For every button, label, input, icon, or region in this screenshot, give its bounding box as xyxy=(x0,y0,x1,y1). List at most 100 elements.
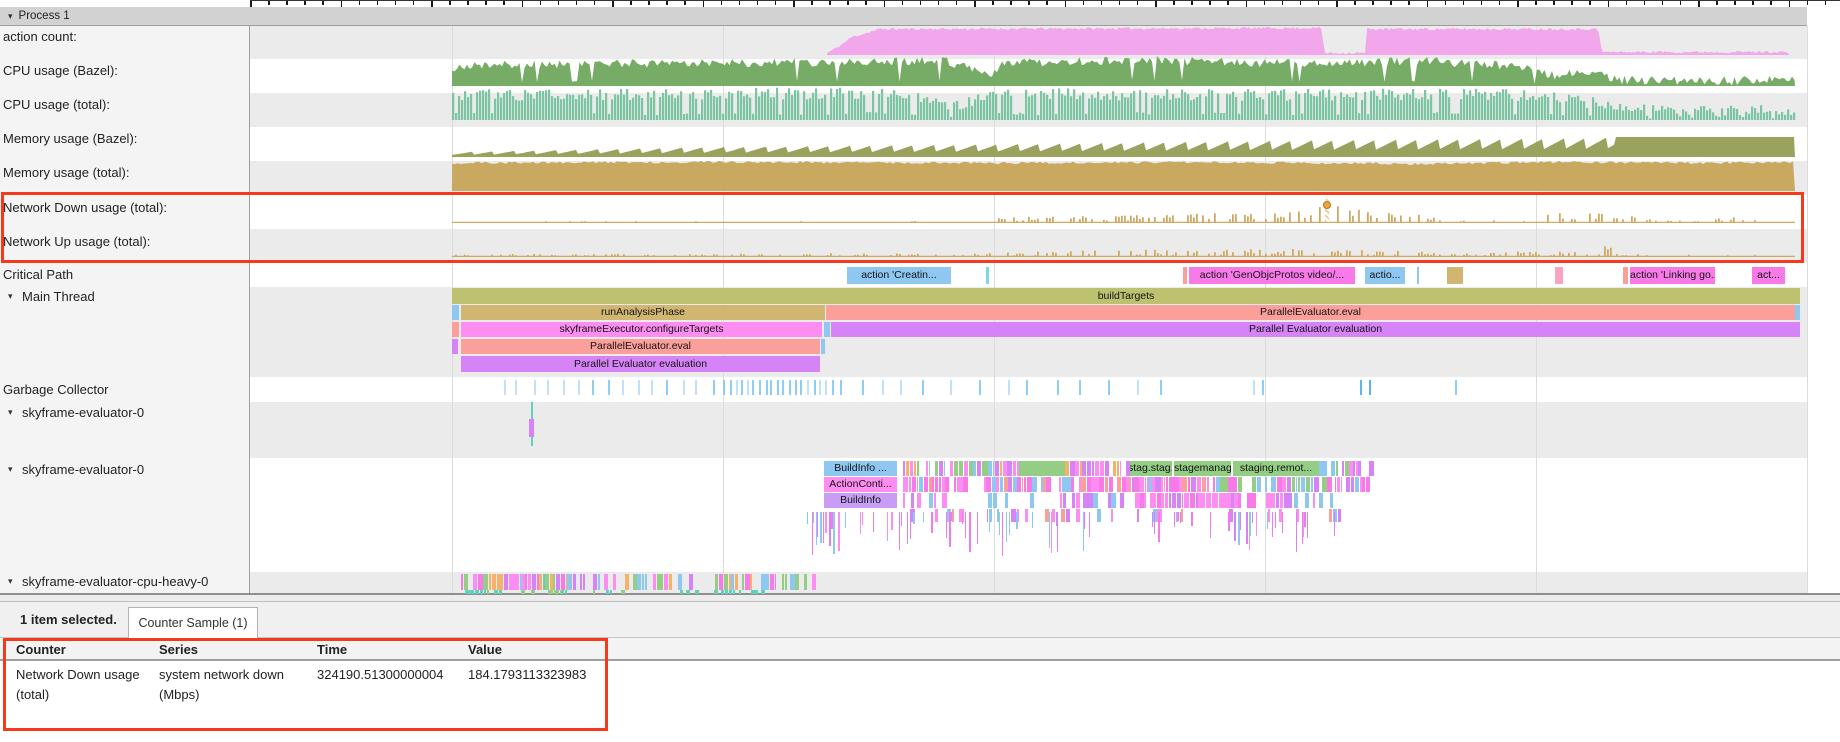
dense-slice-stripe[interactable] xyxy=(733,590,735,594)
gc-event-tick[interactable] xyxy=(683,380,685,395)
gc-event-tick[interactable] xyxy=(1160,380,1162,395)
dense-slice-stripe[interactable] xyxy=(1182,477,1187,492)
dense-slice-stripe[interactable] xyxy=(610,590,613,594)
call-stack-line[interactable] xyxy=(829,512,831,546)
call-stack-line[interactable] xyxy=(1174,512,1176,527)
dense-slice-stripe[interactable] xyxy=(554,590,557,594)
gc-event-tick[interactable] xyxy=(1137,380,1139,395)
dense-slice-stripe[interactable] xyxy=(973,461,976,476)
dense-slice-stripe[interactable] xyxy=(1083,493,1087,508)
dense-slice-stripe[interactable] xyxy=(1329,509,1333,522)
call-stack-line[interactable] xyxy=(1006,512,1008,542)
dense-slice-stripe[interactable] xyxy=(521,590,525,594)
slice-stagemanag-[interactable]: stagemanag... xyxy=(1174,461,1231,476)
dense-slice-stripe[interactable] xyxy=(1032,477,1037,492)
dense-slice-stripe[interactable] xyxy=(565,590,568,594)
call-stack-line[interactable] xyxy=(833,512,835,554)
slice-parallel-evaluator-evaluation[interactable]: Parallel Evaluator evaluation xyxy=(831,322,1800,337)
call-stack-line[interactable] xyxy=(823,512,825,543)
dense-slice-stripe[interactable] xyxy=(548,590,553,594)
call-stack-line[interactable] xyxy=(1256,512,1258,536)
dense-slice-stripe[interactable] xyxy=(583,574,586,590)
dense-slice-stripe[interactable] xyxy=(1017,477,1021,492)
dense-slice-stripe[interactable] xyxy=(1003,461,1007,476)
dense-slice-stripe[interactable] xyxy=(1284,493,1288,508)
dense-slice-stripe[interactable] xyxy=(917,461,920,476)
slice[interactable] xyxy=(1555,267,1563,284)
dense-slice-stripe[interactable] xyxy=(504,574,509,590)
call-stack-line[interactable] xyxy=(962,512,964,524)
panel-splitter[interactable] xyxy=(0,593,1840,602)
dense-slice-stripe[interactable] xyxy=(492,574,496,590)
dense-slice-stripe[interactable] xyxy=(1345,461,1349,476)
gc-event-tick[interactable] xyxy=(504,380,506,395)
dense-slice-stripe[interactable] xyxy=(539,574,542,590)
call-stack-line[interactable] xyxy=(946,512,948,538)
call-stack-line[interactable] xyxy=(1177,512,1179,521)
call-stack-line[interactable] xyxy=(1252,512,1254,523)
dense-slice-stripe[interactable] xyxy=(1062,477,1067,492)
slice-buildinfo-[interactable]: BuildInfo ... xyxy=(824,461,897,476)
call-stack-line[interactable] xyxy=(1089,512,1091,537)
dense-slice-stripe[interactable] xyxy=(735,574,738,590)
slice-action-creatin-[interactable]: action 'Creatin... xyxy=(847,267,951,284)
slice-skyframeexecutor-configuretargets[interactable]: skyframeExecutor.configureTargets xyxy=(461,322,822,337)
gc-event-tick[interactable] xyxy=(825,380,827,395)
dense-slice-stripe[interactable] xyxy=(470,590,474,594)
gc-event-tick[interactable] xyxy=(1079,380,1081,395)
dense-slice-stripe[interactable] xyxy=(1161,493,1164,508)
dense-slice-stripe[interactable] xyxy=(969,461,973,476)
call-stack-line[interactable] xyxy=(838,512,840,551)
dense-slice-stripe[interactable] xyxy=(593,590,595,594)
dense-slice-stripe[interactable] xyxy=(531,590,535,594)
dense-slice-stripe[interactable] xyxy=(1362,477,1365,492)
call-stack-line[interactable] xyxy=(969,512,971,552)
slice-parallelevaluator-eval[interactable]: ParallelEvaluator.eval xyxy=(826,305,1795,320)
counter-series-net-up[interactable] xyxy=(452,246,1795,257)
dense-slice-stripe[interactable] xyxy=(1172,493,1176,508)
call-stack-line[interactable] xyxy=(1191,512,1193,526)
gc-event-tick[interactable] xyxy=(747,380,749,395)
dense-slice-stripe[interactable] xyxy=(982,461,985,476)
dense-slice-stripe[interactable] xyxy=(680,590,683,594)
slice-action-linking-go-[interactable]: action 'Linking go... xyxy=(1630,267,1715,284)
dense-slice-stripe[interactable] xyxy=(686,590,691,594)
gc-event-tick[interactable] xyxy=(515,380,517,395)
dense-slice-stripe[interactable] xyxy=(729,590,732,594)
dense-slice-stripe[interactable] xyxy=(550,574,553,590)
dense-slice-stripe[interactable] xyxy=(1238,493,1241,508)
dense-slice-stripe[interactable] xyxy=(1120,461,1122,476)
gc-event-tick[interactable] xyxy=(1455,380,1457,395)
dense-slice-stripe[interactable] xyxy=(1288,493,1292,508)
dense-slice-stripe[interactable] xyxy=(1314,477,1319,492)
gc-event-tick[interactable] xyxy=(1369,380,1371,395)
gc-event-tick[interactable] xyxy=(1253,380,1255,395)
dense-slice-stripe[interactable] xyxy=(1095,477,1099,492)
dense-slice-stripe[interactable] xyxy=(1219,493,1222,508)
dense-slice-stripe[interactable] xyxy=(715,574,718,590)
dense-slice-stripe[interactable] xyxy=(657,574,661,590)
dense-slice-stripe[interactable] xyxy=(1322,461,1327,476)
call-stack-line[interactable] xyxy=(1210,512,1212,538)
call-stack-line[interactable] xyxy=(1154,512,1156,534)
dense-slice-stripe[interactable] xyxy=(1247,493,1252,508)
gc-event-tick[interactable] xyxy=(782,380,784,395)
call-stack-line[interactable] xyxy=(1302,512,1304,544)
dense-slice-stripe[interactable] xyxy=(1144,493,1146,508)
dense-slice-stripe[interactable] xyxy=(1336,461,1338,476)
dense-slice-stripe[interactable] xyxy=(1306,477,1311,492)
dense-slice-stripe[interactable] xyxy=(604,574,608,590)
dense-slice-stripe[interactable] xyxy=(804,574,807,590)
dense-slice-stripe[interactable] xyxy=(986,477,991,492)
col-header-time[interactable]: Time xyxy=(317,642,347,657)
dense-slice-stripe[interactable] xyxy=(929,493,933,508)
gc-event-tick[interactable] xyxy=(759,380,761,395)
dense-slice-stripe[interactable] xyxy=(1071,477,1074,492)
slice[interactable] xyxy=(824,322,830,337)
gc-event-tick[interactable] xyxy=(922,380,924,395)
gc-event-tick[interactable] xyxy=(800,380,802,395)
dense-slice-stripe[interactable] xyxy=(1099,477,1104,492)
call-stack-line[interactable] xyxy=(1282,512,1284,533)
dense-slice-stripe[interactable] xyxy=(1081,477,1086,492)
gc-event-tick[interactable] xyxy=(819,380,821,395)
